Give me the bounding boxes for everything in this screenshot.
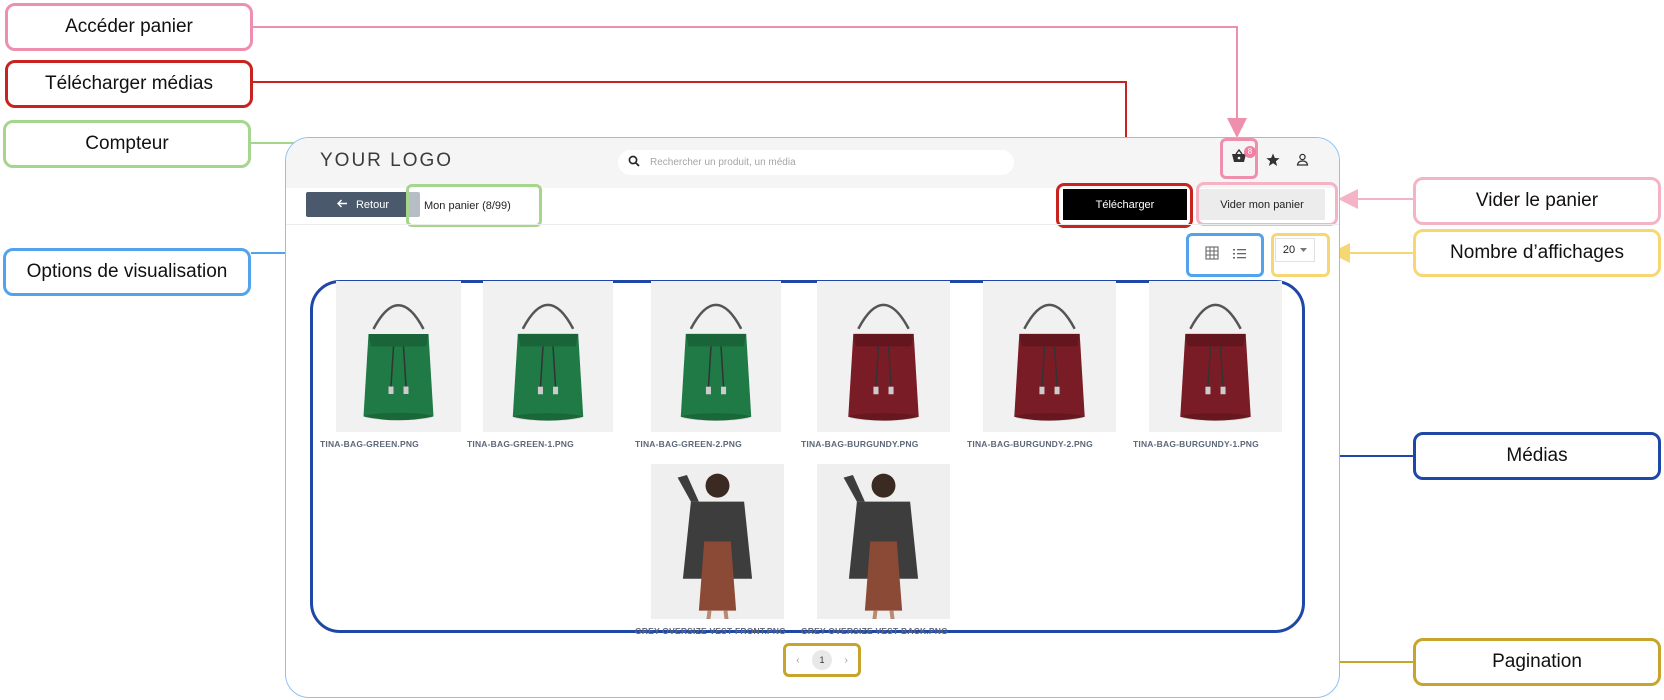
- callout-medias: Médias: [1413, 432, 1661, 480]
- prev-page-button[interactable]: ‹: [796, 655, 799, 666]
- account-button[interactable]: [1291, 151, 1313, 173]
- favorites-button[interactable]: [1262, 151, 1284, 173]
- next-page-button[interactable]: ›: [844, 655, 847, 666]
- callout-vider-panier: Vider le panier: [1413, 177, 1661, 225]
- toolbar-divider: [286, 224, 1339, 225]
- grid-view-icon[interactable]: [1204, 245, 1219, 265]
- bag-thumbnail[interactable]: [817, 281, 950, 432]
- bag-thumbnail[interactable]: [651, 281, 781, 432]
- bag-thumbnail[interactable]: [483, 281, 613, 432]
- media-card[interactable]: GREY OVERSIZE VEST BACK.PNG: [801, 464, 950, 636]
- back-button[interactable]: Retour: [306, 192, 420, 217]
- media-card[interactable]: TINA-BAG-GREEN.PNG: [320, 281, 461, 449]
- per-page-select[interactable]: 20: [1275, 238, 1315, 262]
- current-page[interactable]: 1: [812, 650, 832, 670]
- per-page-value: 20: [1282, 244, 1296, 256]
- search-icon: [628, 154, 640, 172]
- view-options: [1186, 233, 1264, 277]
- cart-counter: Mon panier (8/99): [406, 184, 542, 227]
- media-card[interactable]: TINA-BAG-BURGUNDY.PNG: [801, 281, 950, 449]
- user-icon: [1296, 153, 1309, 171]
- header-bar: YOUR LOGO 8: [286, 138, 1339, 188]
- cart-button[interactable]: 8: [1220, 138, 1258, 179]
- media-card[interactable]: TINA-BAG-BURGUNDY-1.PNG: [1133, 281, 1282, 449]
- search-box[interactable]: [618, 150, 1014, 175]
- media-caption: GREY OVERSIZE VEST FRONT.PNG: [635, 626, 786, 636]
- app-window: YOUR LOGO 8 Retour: [285, 137, 1340, 698]
- media-card[interactable]: TINA-BAG-BURGUNDY-2.PNG: [967, 281, 1116, 449]
- bag-thumbnail[interactable]: [983, 281, 1116, 432]
- callout-nombre-affichages: Nombre d’affichages: [1413, 229, 1661, 277]
- download-button[interactable]: Télécharger: [1063, 189, 1187, 220]
- media-caption: TINA-BAG-BURGUNDY-2.PNG: [967, 439, 1093, 449]
- media-caption: TINA-BAG-GREEN.PNG: [320, 439, 419, 449]
- arrow-left-icon: [336, 199, 348, 211]
- model-thumbnail[interactable]: [651, 464, 784, 619]
- star-icon: [1266, 153, 1280, 172]
- media-caption: TINA-BAG-GREEN-2.PNG: [635, 439, 742, 449]
- caret-down-icon: [1300, 244, 1308, 256]
- media-caption: TINA-BAG-BURGUNDY-1.PNG: [1133, 439, 1259, 449]
- callout-pagination: Pagination: [1413, 638, 1661, 686]
- media-card[interactable]: TINA-BAG-GREEN-2.PNG: [635, 281, 781, 449]
- bag-thumbnail[interactable]: [336, 281, 461, 432]
- model-thumbnail[interactable]: [817, 464, 950, 619]
- media-caption: GREY OVERSIZE VEST BACK.PNG: [801, 626, 948, 636]
- media-card[interactable]: TINA-BAG-GREEN-1.PNG: [467, 281, 613, 449]
- callout-options-visualisation: Options de visualisation: [3, 248, 251, 296]
- pagination: ‹ 1 ›: [783, 643, 861, 677]
- callout-acceder-panier: Accéder panier: [5, 3, 253, 51]
- list-view-icon[interactable]: [1232, 246, 1246, 264]
- clear-cart-button[interactable]: Vider mon panier: [1199, 189, 1325, 220]
- callout-telecharger-medias: Télécharger médias: [5, 60, 253, 108]
- bag-thumbnail[interactable]: [1149, 281, 1282, 432]
- media-caption: TINA-BAG-GREEN-1.PNG: [467, 439, 574, 449]
- search-input[interactable]: [650, 157, 990, 168]
- media-caption: TINA-BAG-BURGUNDY.PNG: [801, 439, 919, 449]
- logo: YOUR LOGO: [320, 150, 454, 171]
- media-card[interactable]: GREY OVERSIZE VEST FRONT.PNG: [635, 464, 786, 636]
- back-button-label: Retour: [355, 198, 390, 211]
- cart-count-badge: 8: [1244, 146, 1256, 158]
- callout-compteur: Compteur: [3, 120, 251, 168]
